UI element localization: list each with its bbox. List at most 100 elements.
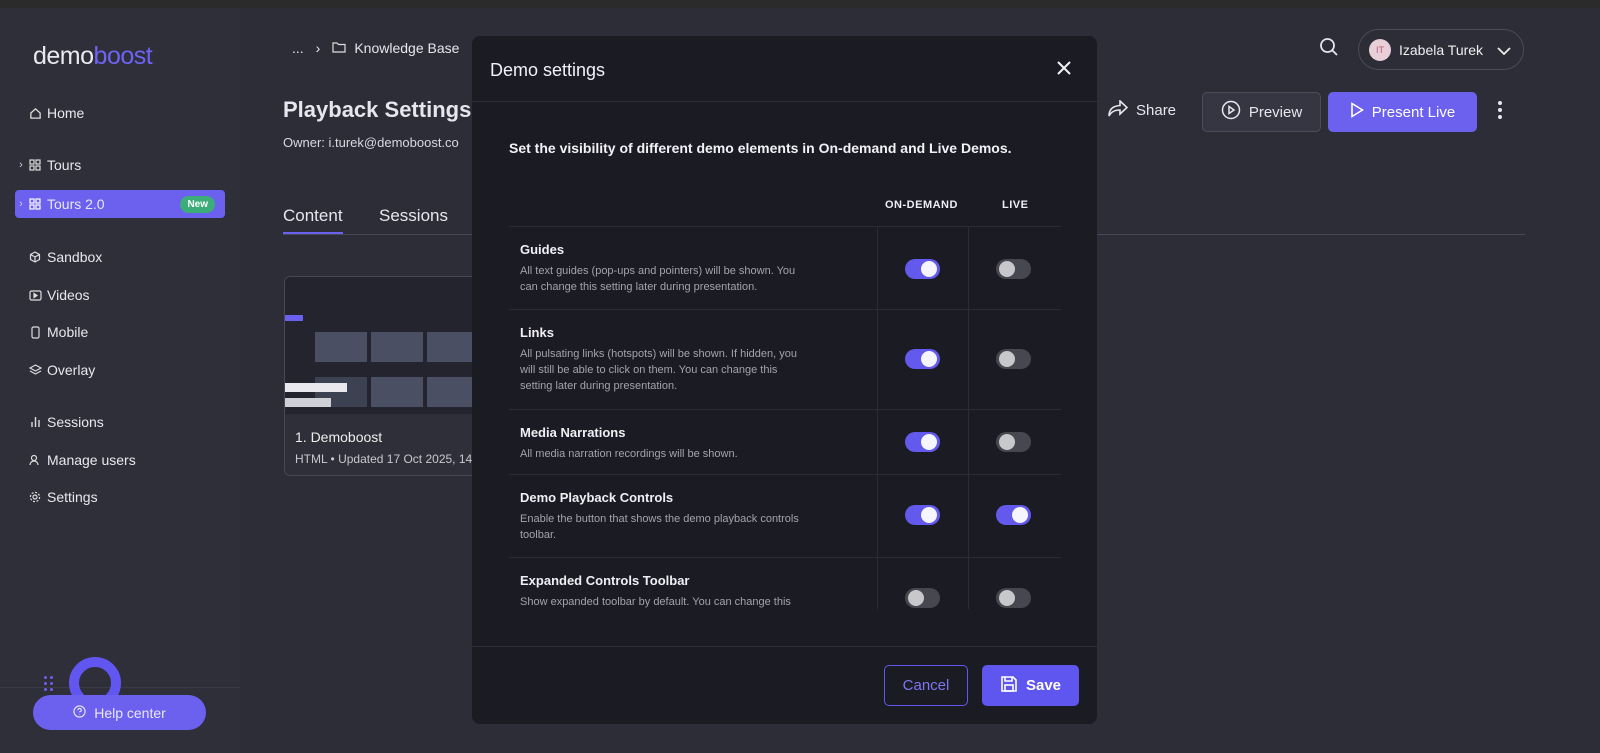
play-circle-icon (1221, 100, 1241, 124)
user-name: Izabela Turek (1399, 41, 1484, 58)
card-meta: HTML • Updated 17 Oct 2025, 14:3 (295, 452, 483, 466)
share-button[interactable]: Share (1108, 99, 1176, 121)
guides-on-demand-toggle[interactable] (905, 259, 940, 279)
user-icon (27, 454, 43, 466)
new-badge: New (180, 195, 215, 213)
sidebar-item-label: Settings (47, 489, 98, 505)
sidebar-item-label: Sessions (47, 414, 104, 430)
breadcrumb-folder[interactable]: Knowledge Base (354, 40, 459, 56)
sidebar-item-label: Sandbox (47, 249, 103, 265)
help-center-button[interactable]: Help center (33, 695, 206, 730)
sidebar-item-home[interactable]: Home (15, 99, 225, 127)
avatar: IT (1369, 38, 1391, 61)
sidebar: demoboost Home › Tours › Tours 2.0 New S… (0, 8, 240, 753)
help-icon (73, 704, 86, 721)
page-title: Playback Settings (283, 97, 472, 122)
setting-description: All media narration recordings will be s… (520, 448, 738, 460)
playback-controls-live-toggle[interactable] (996, 505, 1031, 525)
grid-icon (27, 159, 43, 171)
sidebar-item-label: Home (47, 105, 85, 121)
save-button[interactable]: Save (982, 665, 1079, 706)
column-header-live: LIVE (1002, 199, 1029, 211)
setting-description: Enable the button that shows the demo pl… (520, 513, 799, 541)
breadcrumb: ... › Knowledge Base (292, 40, 459, 56)
play-icon (1350, 102, 1364, 122)
setting-description: All pulsating links (hotspots) will be s… (520, 348, 797, 392)
chevron-right-icon: › (19, 159, 23, 171)
sidebar-item-tours[interactable]: › Tours (15, 151, 225, 179)
chevron-right-icon: › (315, 40, 321, 56)
more-options-icon[interactable] (1497, 100, 1503, 125)
settings-row-expanded-controls-toolbar: Expanded Controls Toolbar Show expanded … (509, 557, 1061, 609)
sidebar-item-label: Manage users (47, 452, 136, 468)
cube-icon (27, 251, 43, 263)
setting-name: Demo Playback Controls (520, 490, 674, 505)
media-narrations-live-toggle[interactable] (996, 432, 1031, 452)
playback-controls-on-demand-toggle[interactable] (905, 505, 940, 525)
sidebar-item-tours-2[interactable]: › Tours 2.0 New (15, 190, 225, 218)
sidebar-item-label: Videos (47, 287, 90, 303)
links-on-demand-toggle[interactable] (905, 349, 940, 369)
window-top-strip (0, 0, 1600, 8)
user-menu[interactable]: IT Izabela Turek (1358, 29, 1524, 70)
sidebar-item-label: Mobile (47, 324, 89, 340)
dialog-title: Demo settings (490, 60, 606, 80)
chevron-right-icon: › (19, 198, 23, 210)
breadcrumb-ellipsis[interactable]: ... (292, 40, 304, 56)
home-icon (27, 107, 43, 120)
cancel-button[interactable]: Cancel (884, 665, 968, 706)
sidebar-item-sandbox[interactable]: Sandbox (15, 243, 225, 271)
card-thumbnail (285, 277, 483, 414)
demo-settings-dialog: Demo settings Set the visibility of diff… (472, 36, 1097, 724)
expanded-toolbar-live-toggle[interactable] (996, 588, 1031, 608)
sidebar-item-videos[interactable]: Videos (15, 281, 225, 309)
folder-icon (332, 40, 346, 56)
sidebar-item-label: Tours 2.0 (47, 196, 105, 212)
content-card[interactable]: 1. Demoboost HTML • Updated 17 Oct 2025,… (284, 276, 484, 476)
sidebar-item-label: Overlay (47, 362, 96, 378)
tab-content[interactable]: Content (283, 206, 343, 234)
setting-name: Expanded Controls Toolbar (520, 573, 690, 588)
sidebar-item-label: Tours (47, 157, 82, 173)
dialog-footer-divider (472, 646, 1097, 647)
settings-row-demo-playback-controls: Demo Playback Controls Enable the button… (509, 474, 1061, 557)
setting-name: Media Narrations (520, 425, 626, 440)
settings-row-links: Links All pulsating links (hotspots) wil… (509, 309, 1061, 409)
column-header-on-demand: ON-DEMAND (885, 199, 958, 211)
sidebar-item-overlay[interactable]: Overlay (15, 356, 225, 384)
settings-table: Guides All text guides (pop-ups and poin… (509, 226, 1061, 609)
gear-icon (27, 491, 43, 503)
sidebar-item-settings[interactable]: Settings (15, 483, 225, 511)
video-icon (27, 289, 43, 301)
media-narrations-on-demand-toggle[interactable] (905, 432, 940, 452)
sidebar-item-manage-users[interactable]: Manage users (15, 446, 225, 474)
dialog-header-divider (472, 101, 1097, 102)
close-icon[interactable] (1056, 60, 1072, 81)
guides-live-toggle[interactable] (996, 259, 1031, 279)
layers-icon (27, 364, 43, 376)
mobile-icon (27, 325, 43, 339)
demoboost-logo[interactable]: demoboost (33, 42, 153, 71)
card-title: 1. Demoboost (295, 429, 383, 445)
present-live-button[interactable]: Present Live (1328, 92, 1477, 132)
setting-name: Guides (520, 242, 565, 257)
grid-icon (27, 198, 43, 210)
owner-text: Owner: i.turek@demoboost.co (283, 135, 459, 150)
setting-name: Links (520, 325, 554, 340)
links-live-toggle[interactable] (996, 349, 1031, 369)
tab-sessions[interactable]: Sessions (379, 206, 448, 226)
share-icon (1108, 99, 1129, 121)
sidebar-item-sessions[interactable]: Sessions (15, 408, 225, 436)
search-icon[interactable] (1319, 37, 1339, 62)
bar-chart-icon (27, 416, 43, 428)
drag-handle-icon[interactable] (44, 676, 56, 694)
settings-row-guides: Guides All text guides (pop-ups and poin… (509, 226, 1061, 309)
sidebar-item-mobile[interactable]: Mobile (15, 318, 225, 346)
expanded-toolbar-on-demand-toggle[interactable] (905, 588, 940, 608)
setting-description: Show expanded toolbar by default. You ca… (520, 596, 791, 608)
chevron-down-icon (1497, 42, 1511, 58)
settings-row-media-narrations: Media Narrations All media narration rec… (509, 409, 1061, 474)
dialog-intro: Set the visibility of different demo ele… (509, 140, 1012, 156)
preview-button[interactable]: Preview (1202, 92, 1321, 132)
setting-description: All text guides (pop-ups and pointers) w… (520, 265, 796, 293)
